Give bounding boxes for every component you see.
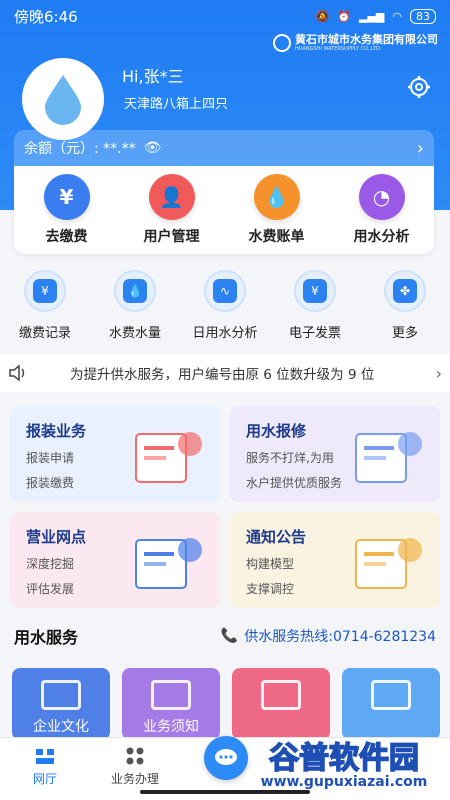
business-card-2[interactable]: 营业网点 深度挖掘 评估发展 xyxy=(10,512,220,608)
brand-logo: 黄石市城市水务集团有限公司 HUANGSHI WATERSUPPLY CO.,L… xyxy=(273,33,438,53)
function-grid: ¥ 缴费记录 💧 水费水量 ∿ 日用水分析 ¥ 电子发票 ✤ 更多 xyxy=(0,270,450,341)
home-icon xyxy=(36,749,54,764)
service-tile-1[interactable]: 业务须知 xyxy=(122,668,220,740)
home-indicator xyxy=(140,790,310,794)
grid-item-2[interactable]: ∿ 日用水分析 xyxy=(182,270,268,341)
grid-item-4[interactable]: ✤ 更多 xyxy=(362,270,448,341)
tab-label: 网厅 xyxy=(32,772,57,786)
hotline[interactable]: 📞 供水服务热线:0714-6281234 xyxy=(221,626,436,646)
grid-item-label: 水费水量 xyxy=(108,326,161,341)
hotline-text: 供水服务热线:0714-6281234 xyxy=(244,629,436,645)
quick-action-2[interactable]: 💧 水费账单 xyxy=(232,174,322,246)
quick-actions: ¥ 去缴费 👤 用户管理 💧 水费账单 ◔ 用水分析 xyxy=(14,166,434,254)
grid-icon xyxy=(126,747,144,765)
line-chart-icon: ∿ xyxy=(204,270,246,312)
balance-label: 余额（元）: **.** xyxy=(24,141,136,157)
business-card-1[interactable]: 用水报修 服务不打烊,为用 水户提供优质服务 xyxy=(230,406,440,502)
application-illustration xyxy=(135,432,202,483)
yuan-icon: ¥ xyxy=(43,174,90,220)
gear-icon[interactable] xyxy=(406,74,432,100)
service-tile-icon xyxy=(371,680,411,710)
quick-action-3[interactable]: ◔ 用水分析 xyxy=(337,174,427,246)
service-title: 用水服务 xyxy=(14,628,79,647)
receipt-icon: ¥ xyxy=(24,270,66,312)
battery-icon: 83 xyxy=(410,8,436,24)
notice-text: 为提升供水服务，用户编号由原 6 位数升级为 9 位 xyxy=(70,367,375,383)
repair-illustration xyxy=(355,432,422,483)
service-tile-icon xyxy=(151,680,191,710)
chat-button[interactable] xyxy=(204,736,248,780)
quick-action-label: 去缴费 xyxy=(45,229,88,245)
chat-icon xyxy=(215,749,237,765)
grid-icon-glyph: 💧 xyxy=(123,279,147,303)
quick-action-label: 用水分析 xyxy=(353,229,410,245)
tab-label: 业务办理 xyxy=(110,772,159,786)
business-card-3[interactable]: 通知公告 构建模型 支撑调控 xyxy=(230,512,440,608)
grid-icon-glyph: ¥ xyxy=(303,279,327,303)
grid-item-label: 电子发票 xyxy=(288,326,341,341)
business-cards: 报装业务 报装申请 报装缴费 用水报修 服务不打烊,为用 水户提供优质服务 营业网点 深度挖掘… xyxy=(10,406,440,608)
service-tile-3[interactable] xyxy=(342,668,440,740)
announcement-illustration xyxy=(355,538,422,589)
signal-icon: ▂▄▆ xyxy=(359,9,385,23)
invoice-icon: ¥ xyxy=(294,270,336,312)
service-tile-label: 企业文化 xyxy=(33,719,89,735)
service-tile-2[interactable] xyxy=(232,668,330,740)
tab-home[interactable]: 网厅 xyxy=(0,738,90,800)
grid-item-3[interactable]: ¥ 电子发票 xyxy=(272,270,358,341)
quick-action-label: 用户管理 xyxy=(143,229,200,245)
network-illustration xyxy=(135,538,202,589)
grid-item-1[interactable]: 💧 水费水量 xyxy=(92,270,178,341)
quick-action-1[interactable]: 👤 用户管理 xyxy=(127,174,217,246)
service-tile-icon xyxy=(261,680,301,710)
eye-icon[interactable]: 👁 xyxy=(144,140,162,156)
alarm-icon: ⏰ xyxy=(337,9,351,23)
water-drop-icon: 💧 xyxy=(253,174,300,220)
grid-item-label: 日用水分析 xyxy=(192,326,258,341)
service-tiles: 企业文化 业务须知 xyxy=(12,668,442,740)
service-header: 用水服务 📞 供水服务热线:0714-6281234 xyxy=(14,624,436,648)
brand-name: 黄石市城市水务集团有限公司 xyxy=(295,33,438,46)
service-tile-label: 业务须知 xyxy=(143,719,199,735)
balance-bar[interactable]: 余额（元）: **.** 👁 › xyxy=(14,130,434,166)
user-address[interactable]: 天津路八箱上四只 xyxy=(124,93,228,112)
brand-sub: HUANGSHI WATERSUPPLY CO.,LTD. xyxy=(295,46,382,53)
avatar[interactable] xyxy=(22,58,104,140)
speaker-icon xyxy=(9,364,25,382)
mute-icon: 🔕 xyxy=(315,9,330,23)
grid-icon-glyph: ¥ xyxy=(33,279,57,303)
chevron-right-icon: › xyxy=(435,363,442,383)
phone-icon: 📞 xyxy=(220,628,239,644)
service-tile-icon xyxy=(41,680,81,710)
water-drop-avatar-icon xyxy=(45,75,81,125)
drop-icon: 💧 xyxy=(114,270,156,312)
business-card-0[interactable]: 报装业务 报装申请 报装缴费 xyxy=(10,406,220,502)
grid-icon-glyph: ∿ xyxy=(213,279,237,303)
service-tile-0[interactable]: 企业文化 xyxy=(12,668,110,740)
grid-item-label: 更多 xyxy=(391,326,418,341)
status-time: 傍晚6:46 xyxy=(14,7,78,26)
more-icon: ✤ xyxy=(384,270,426,312)
quick-action-label: 水费账单 xyxy=(248,229,305,245)
wifi-icon: ◠ xyxy=(392,9,402,23)
user-icon: 👤 xyxy=(148,174,195,220)
company-logo-icon xyxy=(273,34,291,53)
notice-bar[interactable]: 为提升供水服务，用户编号由原 6 位数升级为 9 位 › xyxy=(0,354,450,392)
pie-chart-icon: ◔ xyxy=(358,174,405,220)
user-greeting: Hi,张*三 xyxy=(122,67,184,86)
grid-item-label: 缴费记录 xyxy=(18,326,71,341)
grid-icon-glyph: ✤ xyxy=(393,279,417,303)
grid-item-0[interactable]: ¥ 缴费记录 xyxy=(2,270,88,341)
quick-action-0[interactable]: ¥ 去缴费 xyxy=(22,174,112,246)
chevron-right-icon: › xyxy=(416,137,424,159)
status-icons: 🔕 ⏰ ▂▄▆ ◠ 83 xyxy=(315,8,436,24)
status-bar: 傍晚6:46 🔕 ⏰ ▂▄▆ ◠ 83 xyxy=(0,0,450,32)
